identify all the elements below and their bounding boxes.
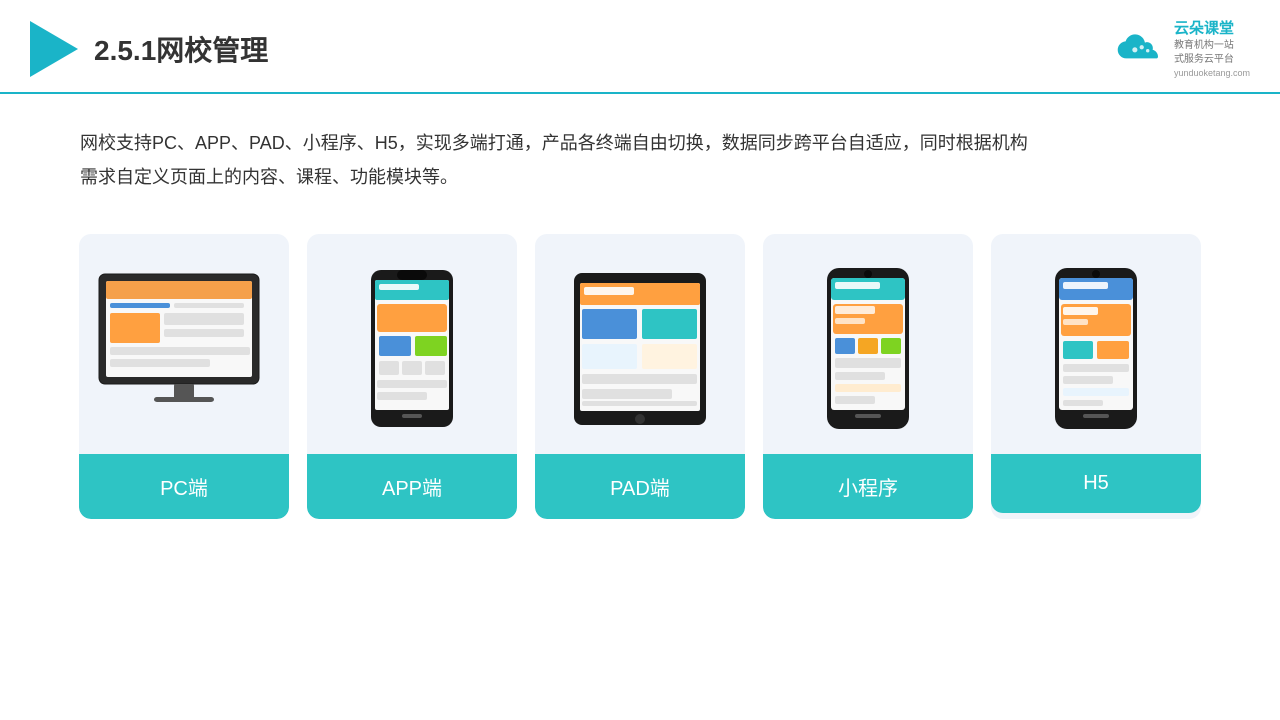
description-line1: 网校支持PC、APP、PAD、小程序、H5，实现多端打通，产品各终端自由切换，数… (80, 126, 1200, 160)
card-app-label: APP端 (307, 454, 517, 519)
card-h5-label: H5 (991, 454, 1201, 513)
card-app-image (307, 234, 517, 454)
page-header: 2.5.1网校管理 云朵课堂 教育机构一站 式服务云平台 yunduoketan… (0, 0, 1280, 94)
app-phone-mockup-icon (367, 266, 457, 431)
brand-logo: 云朵课堂 教育机构一站 式服务云平台 yunduoketang.com (1114, 18, 1250, 80)
card-app: APP端 (307, 234, 517, 519)
card-pad-label: PAD端 (535, 454, 745, 519)
page-title: 2.5.1网校管理 (94, 29, 268, 69)
logo-triangle-icon (30, 21, 78, 77)
cards-container: PC端 (0, 214, 1280, 549)
card-h5-image (991, 234, 1201, 454)
card-h5: H5 (991, 234, 1201, 519)
card-mini-image (763, 234, 973, 454)
card-pc-label: PC端 (79, 454, 289, 519)
card-pad: PAD端 (535, 234, 745, 519)
h5-phone-mockup-icon (1051, 266, 1141, 431)
card-pc: PC端 (79, 234, 289, 519)
header-left: 2.5.1网校管理 (30, 21, 268, 77)
cloud-icon (1114, 31, 1166, 67)
card-pc-image (79, 234, 289, 454)
pc-mockup-icon (94, 269, 274, 429)
description-block: 网校支持PC、APP、PAD、小程序、H5，实现多端打通，产品各终端自由切换，数… (0, 94, 1280, 214)
description-line2: 需求自定义页面上的内容、课程、功能模块等。 (80, 160, 1200, 194)
card-mini-label: 小程序 (763, 454, 973, 519)
card-mini: 小程序 (763, 234, 973, 519)
pad-tablet-mockup-icon (570, 269, 710, 429)
mini-phone-mockup-icon (823, 266, 913, 431)
brand-text: 云朵课堂 教育机构一站 式服务云平台 yunduoketang.com (1174, 18, 1250, 80)
card-pad-image (535, 234, 745, 454)
